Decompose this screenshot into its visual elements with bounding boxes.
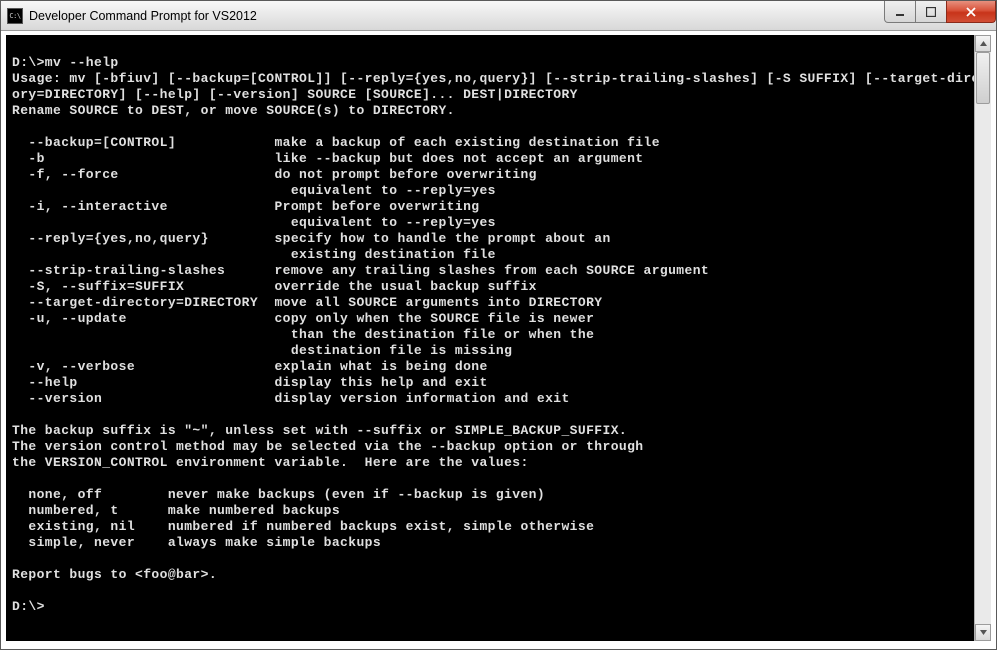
cmd-icon: C:\ xyxy=(7,8,23,24)
scroll-thumb[interactable] xyxy=(976,52,990,104)
console-area: D:\>mv --help Usage: mv [-bfiuv] [--back… xyxy=(6,35,991,641)
scroll-up-button[interactable] xyxy=(975,35,991,52)
terminal-text: D:\>mv --help Usage: mv [-bfiuv] [--back… xyxy=(12,39,970,615)
scroll-track[interactable] xyxy=(975,52,991,624)
titlebar[interactable]: C:\ Developer Command Prompt for VS2012 xyxy=(1,1,996,31)
window-controls xyxy=(885,1,996,23)
vertical-scrollbar[interactable] xyxy=(974,35,991,641)
scroll-down-button[interactable] xyxy=(975,624,991,641)
console-output[interactable]: D:\>mv --help Usage: mv [-bfiuv] [--back… xyxy=(6,35,974,641)
command-prompt-window: C:\ Developer Command Prompt for VS2012 … xyxy=(0,0,997,650)
window-title: Developer Command Prompt for VS2012 xyxy=(29,9,885,23)
close-button[interactable] xyxy=(946,1,996,23)
minimize-button[interactable] xyxy=(884,1,916,23)
maximize-button[interactable] xyxy=(915,1,947,23)
